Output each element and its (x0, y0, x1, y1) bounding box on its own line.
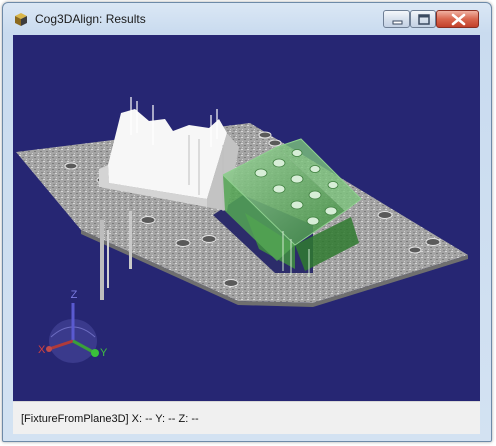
status-bar: [FixtureFromPlane3D] X: -- Y: -- Z: -- (13, 401, 480, 434)
status-coordinates: [FixtureFromPlane3D] X: -- Y: -- Z: -- (21, 413, 199, 425)
minimize-icon (392, 20, 403, 25)
minimize-button[interactable] (383, 10, 410, 28)
maximize-button[interactable] (410, 10, 436, 28)
title-bar[interactable]: Cog3DAlign: Results (3, 3, 491, 35)
cog3d-app-icon (15, 13, 27, 26)
close-icon (451, 13, 466, 26)
window-title: Cog3DAlign: Results (35, 12, 146, 26)
3d-viewport[interactable]: Z X Y (13, 35, 480, 401)
y-axis-label: Y (100, 347, 108, 359)
3d-scene: Z X Y (16, 97, 468, 363)
orientation-triad: Z X Y (38, 289, 108, 363)
z-axis-label: Z (71, 289, 78, 301)
x-axis-label: X (38, 344, 46, 356)
maximize-icon (418, 14, 430, 25)
results-window: Cog3DAlign: Results Z X Y [FixtureFromPl… (2, 2, 492, 442)
close-button[interactable] (436, 10, 479, 28)
